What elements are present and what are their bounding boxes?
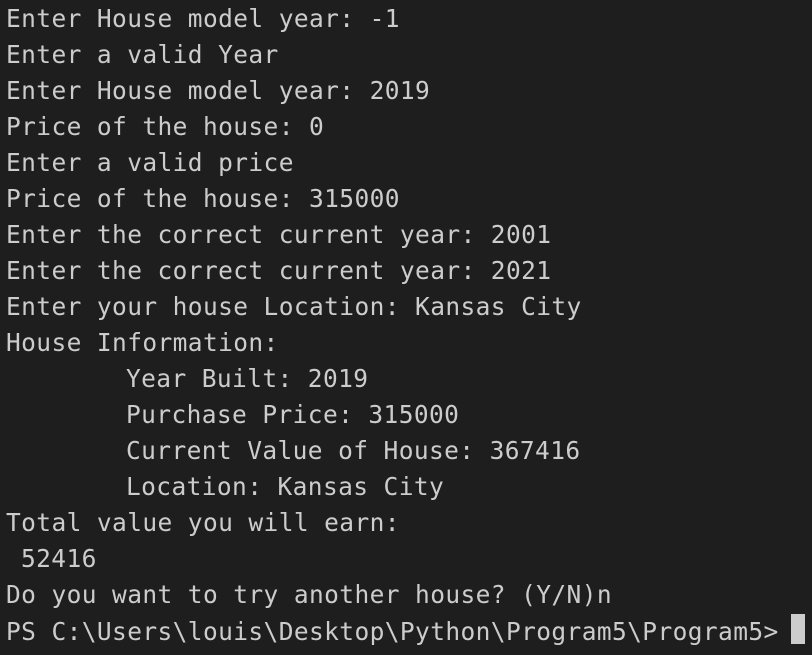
output-line: Price of the house: 0 (6, 112, 325, 141)
shell-prompt: PS C:\Users\louis\Desktop\Python\Program… (6, 617, 779, 646)
prompt-line[interactable]: PS C:\Users\louis\Desktop\Python\Program… (6, 614, 812, 650)
output-line: Enter your house Location: Kansas City (6, 292, 582, 321)
output-line: Enter a valid price (6, 148, 294, 177)
terminal-window[interactable]: Enter House model year: -1 Enter a valid… (0, 0, 812, 655)
output-line: Enter House model year: -1 (6, 4, 400, 33)
output-line: Enter the correct current year: 2021 (6, 256, 552, 285)
text-cursor (790, 614, 805, 644)
output-line: 52416 (21, 544, 97, 573)
output-line: House Information: (6, 328, 279, 357)
output-line: Do you want to try another house? (Y/N)n (6, 580, 613, 609)
output-line: Enter House model year: 2019 (6, 76, 431, 105)
output-line: Price of the house: 315000 (6, 184, 400, 213)
output-line: Total value you will earn: (6, 508, 400, 537)
output-line: Enter a valid Year (6, 40, 279, 69)
output-line: Year Built: 2019 (126, 364, 369, 393)
output-line: Location: Kansas City (126, 472, 445, 501)
output-line: Enter the correct current year: 2001 (6, 220, 552, 249)
output-line: Purchase Price: 315000 (126, 400, 460, 429)
output-line: Current Value of House: 367416 (126, 436, 581, 465)
